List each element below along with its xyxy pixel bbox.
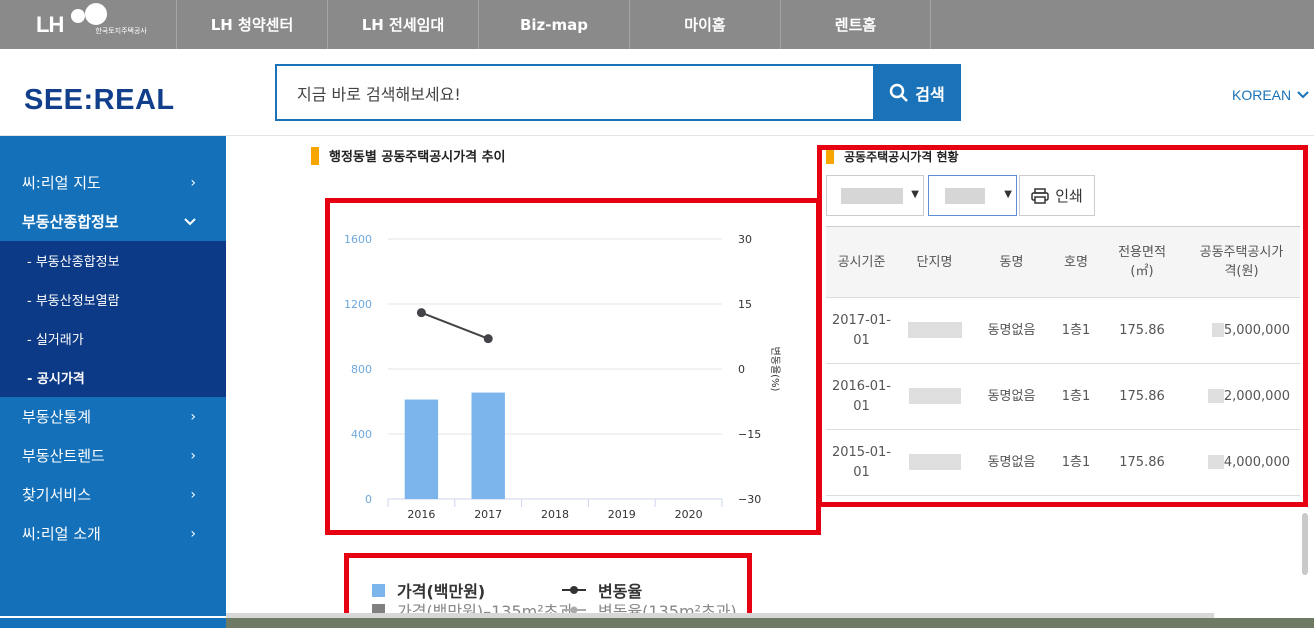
legend-line-marker <box>562 586 586 594</box>
topnav-lh-apply[interactable]: LH 청약센터 <box>176 0 327 49</box>
topnav-renthome[interactable]: 렌트홈 <box>780 0 931 49</box>
header: SEE:REAL 지금 바로 검색해보세요! 검색 KOREAN <box>0 49 1314 136</box>
chart-section-title: 행정동별 공동주택공시가격 추이 <box>311 146 506 165</box>
topnav-bizmap[interactable]: Biz-map <box>478 0 629 49</box>
sidebar-sub-realestate-info[interactable]: - 부동산종합정보 <box>0 241 226 280</box>
chevron-right-icon: › <box>190 447 196 464</box>
brand-logo[interactable]: SEE:REAL <box>24 84 175 117</box>
sidebar-sub-public-price[interactable]: - 공시가격 <box>0 358 226 397</box>
legend-swatch <box>372 583 385 597</box>
chevron-right-icon: › <box>190 525 196 542</box>
search-input[interactable]: 지금 바로 검색해보세요! <box>275 64 875 121</box>
footer-strip <box>0 618 1314 628</box>
sidebar-item-map[interactable]: 씨:리얼 지도 › <box>0 163 226 202</box>
section-title-text: 행정동별 공동주택공시가격 추이 <box>329 150 506 165</box>
sidebar-sub-transaction-price[interactable]: - 실거래가 <box>0 319 226 358</box>
sidebar-sub-info-view[interactable]: - 부동산정보열람 <box>0 280 226 319</box>
vertical-scrollbar[interactable] <box>1302 513 1308 575</box>
section-marker <box>311 146 319 165</box>
sidebar-item-statistics[interactable]: 부동산통계 › <box>0 397 226 436</box>
search-icon <box>890 83 909 102</box>
sidebar-item-trend[interactable]: 부동산트렌드 › <box>0 436 226 475</box>
chart-highlight-frame <box>325 198 821 535</box>
sidebar: 씨:리얼 지도 › 부동산종합정보 - 부동산종합정보 - 부동산정보열람 - … <box>0 136 226 616</box>
sidebar-item-find[interactable]: 찾기서비스 › <box>0 475 226 514</box>
sidebar-item-about[interactable]: 씨:리얼 소개 › <box>0 514 226 553</box>
sidebar-item-label: 씨:리얼 지도 <box>22 174 101 192</box>
topnav-myhome[interactable]: 마이홈 <box>629 0 780 49</box>
lh-logo-circles <box>49 2 108 35</box>
chevron-down-icon <box>1297 91 1309 99</box>
lh-logo[interactable]: LH 한국토지주택공사 <box>0 0 176 49</box>
language-selector[interactable]: KOREAN <box>1232 87 1309 103</box>
sidebar-item-label: 부동산트렌드 <box>22 447 105 465</box>
language-label: KOREAN <box>1232 87 1292 103</box>
top-nav: LH 청약센터 LH 전세임대 Biz-map 마이홈 렌트홈 <box>176 0 931 49</box>
chevron-right-icon: › <box>190 486 196 503</box>
chevron-down-icon <box>184 217 196 225</box>
sidebar-item-label: 씨:리얼 소개 <box>22 525 101 543</box>
sidebar-item-label: 부동산통계 <box>22 408 92 426</box>
sidebar-item-label: 부동산종합정보 <box>22 213 119 231</box>
lh-logo-subtitle: 한국토지주택공사 <box>95 26 147 35</box>
top-bar: LH 한국토지주택공사 LH 청약센터 LH 전세임대 Biz-map 마이홈 … <box>0 0 1314 49</box>
search-button-label: 검색 <box>915 84 945 104</box>
table-highlight-frame <box>817 145 1308 507</box>
chevron-right-icon: › <box>190 174 196 191</box>
sidebar-item-label: 찾기서비스 <box>22 486 92 504</box>
sidebar-submenu: - 부동산종합정보 - 부동산정보열람 - 실거래가 - 공시가격 <box>0 241 226 397</box>
topnav-lh-rental[interactable]: LH 전세임대 <box>327 0 478 49</box>
sidebar-item-realestate-info[interactable]: 부동산종합정보 <box>0 202 226 241</box>
chevron-right-icon: › <box>190 408 196 425</box>
search-placeholder: 지금 바로 검색해보세요! <box>297 84 461 104</box>
search-button[interactable]: 검색 <box>873 64 961 121</box>
